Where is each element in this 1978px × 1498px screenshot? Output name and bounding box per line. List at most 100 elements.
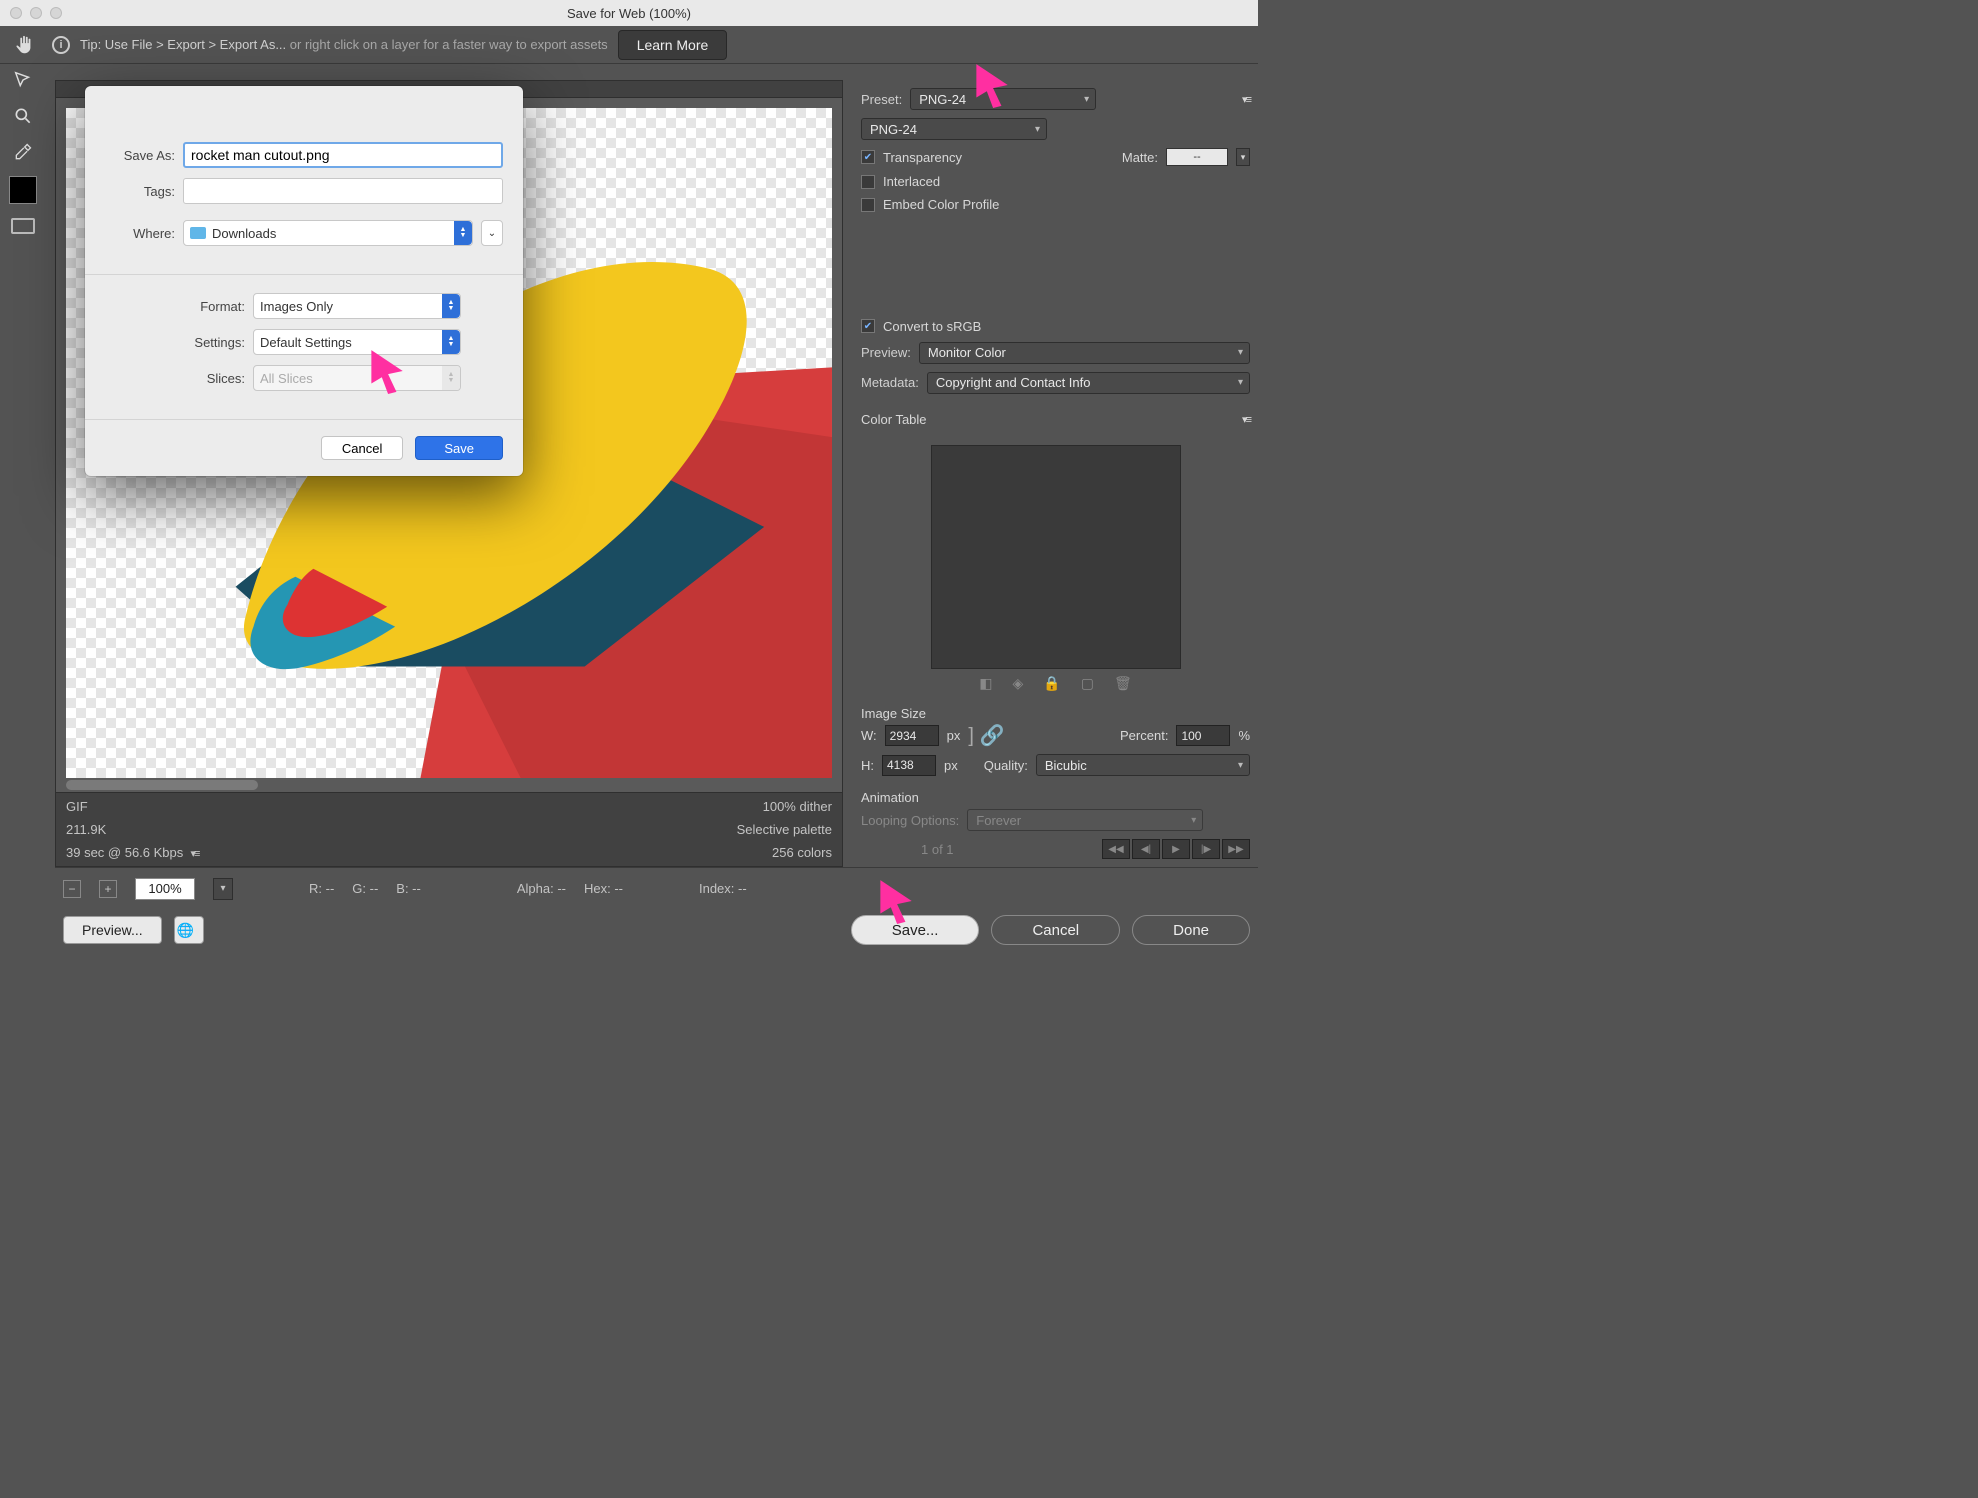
info-dither: 100% dither [763, 799, 832, 814]
embed-profile-checkbox[interactable] [861, 198, 875, 212]
format-label: Format: [105, 299, 245, 314]
color-table[interactable] [931, 445, 1181, 669]
hand-tool-icon[interactable] [6, 27, 42, 63]
done-button[interactable]: Done [1132, 915, 1250, 945]
image-size-label: Image Size [861, 706, 1250, 721]
matte-value[interactable]: -- [1166, 148, 1228, 166]
ct-icon-4[interactable]: ▢ [1081, 675, 1094, 692]
matte-label: Matte: [1122, 150, 1158, 165]
height-input[interactable] [882, 755, 936, 776]
info-timing: 39 sec @ 56.6 Kbps [66, 845, 183, 860]
status-g: G: -- [352, 881, 378, 896]
status-hex: Hex: -- [584, 881, 623, 896]
cancel-button[interactable]: Cancel [991, 915, 1120, 945]
where-label: Where: [105, 226, 175, 241]
status-bar: − + 100% ▾ R: -- G: -- B: -- Alpha: -- H… [55, 867, 1258, 909]
color-table-menu-icon[interactable]: ▾≡ [1242, 413, 1250, 426]
status-index: Index: -- [699, 881, 747, 896]
preview-button[interactable]: Preview... [63, 916, 162, 944]
eyedropper-tool-icon[interactable] [3, 136, 43, 168]
settings-select[interactable]: Default Settings▲▼ [253, 329, 461, 355]
preview-info: GIF 100% dither 211.9K Selective palette… [55, 793, 843, 867]
preset-select[interactable]: PNG-24 [910, 88, 1096, 110]
dialog-save-button[interactable]: Save [415, 436, 503, 460]
preview-select[interactable]: Monitor Color [919, 342, 1250, 364]
link-dimensions-icon[interactable]: ] 🔗 [968, 729, 1004, 743]
preset-label: Preset: [861, 92, 902, 107]
metadata-select[interactable]: Copyright and Contact Info [927, 372, 1250, 394]
info-icon: i [52, 36, 70, 54]
first-frame-button: ◀◀ [1102, 839, 1130, 859]
looping-select: Forever [967, 809, 1203, 831]
zoom-value[interactable]: 100% [135, 878, 195, 900]
toggle-slices-icon[interactable] [11, 218, 35, 234]
matte-dropdown-icon[interactable]: ▾ [1236, 148, 1250, 166]
quality-select[interactable]: Bicubic [1036, 754, 1250, 776]
status-b: B: -- [396, 881, 421, 896]
folder-icon [190, 227, 206, 239]
tip-suffix: or right click on a layer for a faster w… [286, 37, 608, 52]
zoom-out-button[interactable]: − [63, 880, 81, 898]
preset-menu-icon[interactable]: ▾≡ [1242, 93, 1250, 106]
preview-label: Preview: [861, 345, 911, 360]
embed-profile-label: Embed Color Profile [883, 197, 999, 212]
dialog-cancel-button[interactable]: Cancel [321, 436, 403, 460]
slices-select: All Slices▲▼ [253, 365, 461, 391]
zoom-tool-icon[interactable] [3, 100, 43, 132]
interlaced-checkbox[interactable] [861, 175, 875, 189]
metadata-label: Metadata: [861, 375, 919, 390]
info-colors: 256 colors [772, 845, 832, 860]
color-table-tools: ◧ ◈ 🔒 ▢ 🗑 [861, 675, 1250, 692]
window-title: Save for Web (100%) [0, 6, 1258, 21]
percent-label: Percent: [1120, 728, 1168, 743]
w-label: W: [861, 728, 877, 743]
width-input[interactable] [885, 725, 939, 746]
transparency-checkbox[interactable] [861, 150, 875, 164]
ct-icon-2[interactable]: ◈ [1013, 675, 1024, 692]
tags-input[interactable] [183, 178, 503, 204]
prev-frame-button: ◀| [1132, 839, 1160, 859]
button-bar: Preview... 🌐▾ Save... Cancel Done [55, 909, 1258, 951]
play-button: ▶ [1162, 839, 1190, 859]
h-label: H: [861, 758, 874, 773]
tip-prefix: Tip: Use File > Export > Export As... [80, 37, 286, 52]
zoom-in-button[interactable]: + [99, 880, 117, 898]
next-frame-button: |▶ [1192, 839, 1220, 859]
interlaced-label: Interlaced [883, 174, 940, 189]
percent-symbol: % [1238, 728, 1250, 743]
format-select-dialog[interactable]: Images Only▲▼ [253, 293, 461, 319]
left-toolbar [0, 64, 46, 234]
expand-dialog-button[interactable]: ⌄ [481, 220, 503, 246]
slices-label: Slices: [105, 371, 245, 386]
settings-label: Settings: [105, 335, 245, 350]
right-panel: Preset: PNG-24 ▾≡ PNG-24 Transparency Ma… [843, 80, 1258, 867]
save-file-dialog: Save As: Tags: Where: Downloads ▲▼ ⌄ For… [85, 86, 523, 476]
ct-icon-1[interactable]: ◧ [979, 675, 992, 692]
learn-more-button[interactable]: Learn More [618, 30, 728, 60]
tags-label: Tags: [105, 184, 175, 199]
tip-bar: i Tip: Use File > Export > Export As... … [0, 26, 1258, 64]
trash-icon[interactable]: 🗑 [1114, 675, 1132, 692]
convert-srgb-checkbox[interactable] [861, 319, 875, 333]
quality-label: Quality: [984, 758, 1028, 773]
percent-input[interactable] [1176, 725, 1230, 746]
titlebar: Save for Web (100%) [0, 0, 1258, 26]
info-format: GIF [66, 799, 88, 814]
animation-label: Animation [861, 790, 1250, 805]
zoom-dropdown-icon[interactable]: ▾ [213, 878, 233, 900]
horizontal-scrollbar[interactable] [66, 778, 832, 792]
lock-icon[interactable]: 🔒 [1043, 675, 1060, 692]
save-as-input[interactable] [183, 142, 503, 168]
color-swatch[interactable] [9, 176, 37, 204]
frame-counter: 1 of 1 [921, 842, 954, 857]
status-alpha: Alpha: -- [517, 881, 566, 896]
save-button[interactable]: Save... [851, 915, 980, 945]
looping-label: Looping Options: [861, 813, 959, 828]
format-select[interactable]: PNG-24 [861, 118, 1047, 140]
info-menu-icon[interactable]: ▾≡ [191, 848, 199, 860]
where-select[interactable]: Downloads ▲▼ [183, 220, 473, 246]
tip-text: Tip: Use File > Export > Export As... or… [80, 37, 608, 52]
convert-srgb-label: Convert to sRGB [883, 319, 981, 334]
browser-preview-icon[interactable]: 🌐▾ [174, 916, 204, 944]
slice-select-tool-icon[interactable] [3, 64, 43, 96]
